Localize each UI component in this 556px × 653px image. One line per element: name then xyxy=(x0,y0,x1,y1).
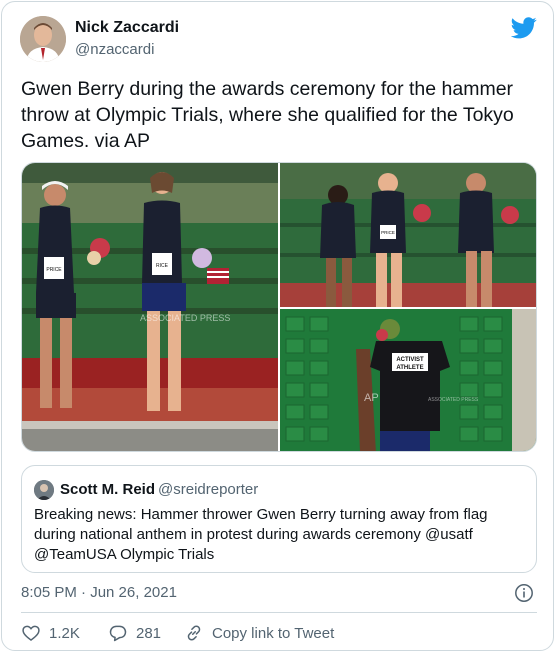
reply-bubble-icon xyxy=(109,625,127,642)
quoted-author-avatar xyxy=(34,480,54,500)
bib-label: PRICE xyxy=(46,267,62,273)
heart-icon xyxy=(22,625,40,642)
twitter-bird-icon[interactable] xyxy=(510,17,537,39)
copy-link-label: Copy link to Tweet xyxy=(212,624,335,642)
photo-watermark: ASSOCIATED PRESS xyxy=(140,313,230,323)
author-avatar[interactable] xyxy=(20,16,66,62)
svg-text:AP: AP xyxy=(364,392,379,404)
tweet-card: Nick Zaccardi @nzaccardi Gwen Berry duri… xyxy=(1,1,554,651)
link-icon xyxy=(187,625,201,641)
quoted-tweet[interactable]: Scott M. Reid @sreidreporter Breaking ne… xyxy=(21,465,537,573)
author-name[interactable]: Nick Zaccardi xyxy=(75,19,179,37)
photo-podium-two-athletes[interactable]: PRICE RICE ASSOCIATED PRESS xyxy=(22,163,278,451)
photo-activist-athlete-shirt[interactable]: ACTIVIST ATHLETE AP ASSOCIATED PRESS xyxy=(280,309,536,451)
like-button[interactable]: 1.2K xyxy=(21,622,80,644)
tweet-timestamp[interactable]: 8:05 PM · Jun 26, 2021 xyxy=(21,584,177,601)
info-icon[interactable] xyxy=(514,583,534,603)
photo-watermark: ASSOCIATED PRESS xyxy=(428,397,479,403)
media-grid: PRICE RICE ASSOCIATED PRESS PRICE ACTIVI… xyxy=(21,162,537,452)
tweet-text: Gwen Berry during the awards ceremony fo… xyxy=(21,78,514,152)
shirt-text-line-1: ACTIVIST xyxy=(396,357,424,363)
photo-podium-three-athletes[interactable]: PRICE xyxy=(280,163,536,307)
shirt-text-line-2: ATHLETE xyxy=(396,365,423,371)
like-count: 1.2K xyxy=(49,624,80,642)
quoted-author-name: Scott M. Reid xyxy=(60,481,156,498)
copy-link-button[interactable]: Copy link to Tweet xyxy=(184,622,334,644)
bib-label: RICE xyxy=(156,263,169,269)
quoted-author-handle: @sreidreporter xyxy=(158,481,259,498)
author-handle[interactable]: @nzaccardi xyxy=(75,41,154,58)
quoted-tweet-text: Breaking news: Hammer thrower Gwen Berry… xyxy=(34,506,488,563)
divider xyxy=(21,612,537,613)
bib-label: PRICE xyxy=(381,230,395,235)
reply-count: 281 xyxy=(136,624,162,642)
reply-button[interactable]: 281 xyxy=(108,622,161,644)
